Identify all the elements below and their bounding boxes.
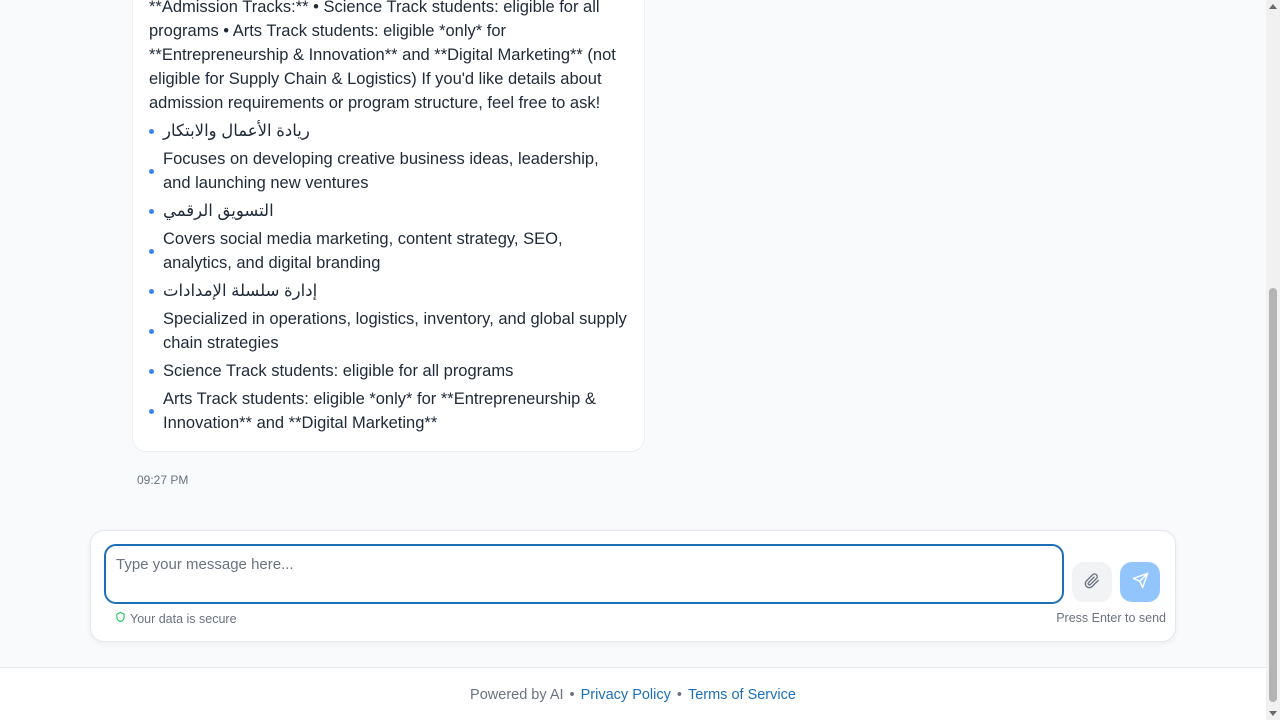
bullet-dot-icon — [149, 209, 154, 214]
bullet-text: Science Track students: eligible for all… — [163, 362, 514, 380]
scrollbar[interactable] — [1266, 0, 1280, 720]
bullet-text: Arts Track students: eligible *only* for… — [163, 390, 596, 432]
scroll-thumb[interactable] — [1269, 288, 1277, 702]
send-button[interactable] — [1120, 562, 1160, 602]
chat-messages[interactable]: **Admission Tracks:** • Science Track st… — [0, 0, 1266, 515]
scroll-up-arrow-icon[interactable] — [1269, 4, 1277, 9]
footer: Powered by AI • Privacy Policy • Terms o… — [0, 667, 1266, 720]
bullet-dot-icon — [149, 289, 154, 294]
privacy-policy-link[interactable]: Privacy Policy — [581, 687, 671, 703]
scroll-down-arrow-icon[interactable] — [1269, 711, 1277, 716]
bullet-text: ريادة الأعمال والابتكار — [163, 122, 310, 140]
bullet-dot-icon — [149, 169, 154, 174]
bullet-text: Covers social media marketing, content s… — [163, 230, 563, 272]
list-item: Science Track students: eligible for all… — [149, 359, 628, 383]
assistant-message-bubble: **Admission Tracks:** • Science Track st… — [132, 0, 645, 452]
security-note: Your data is secure — [115, 611, 237, 626]
footer-separator: • — [569, 686, 575, 703]
list-item: إدارة سلسلة الإمدادات — [149, 279, 628, 303]
message-timestamp: 09:27 PM — [137, 473, 189, 487]
bullet-text: إدارة سلسلة الإمدادات — [163, 282, 318, 300]
footer-separator: • — [676, 686, 682, 703]
message-input[interactable] — [104, 544, 1064, 604]
terms-of-service-link[interactable]: Terms of Service — [688, 687, 796, 703]
bullet-dot-icon — [149, 409, 154, 414]
message-bullet-list: ريادة الأعمال والابتكار Focuses on devel… — [149, 119, 628, 435]
send-icon — [1132, 572, 1149, 592]
security-text: Your data is secure — [130, 611, 237, 626]
shield-icon — [115, 611, 126, 626]
chat-page: **Admission Tracks:** • Science Track st… — [0, 0, 1280, 720]
bullet-dot-icon — [149, 129, 154, 134]
paperclip-icon — [1084, 572, 1100, 592]
list-item: Covers social media marketing, content s… — [149, 227, 628, 275]
list-item: Arts Track students: eligible *only* for… — [149, 387, 628, 435]
bullet-text: Focuses on developing creative business … — [163, 150, 599, 192]
powered-by-text: Powered by AI — [470, 686, 564, 703]
message-text: **Admission Tracks:** • Science Track st… — [149, 0, 616, 112]
list-item: Specialized in operations, logistics, in… — [149, 307, 628, 355]
attach-button[interactable] — [1072, 562, 1112, 602]
bullet-dot-icon — [149, 329, 154, 334]
send-hint: Press Enter to send — [1056, 611, 1166, 625]
bullet-dot-icon — [149, 249, 154, 254]
message-composer: Your data is secure Press Enter to send — [90, 530, 1176, 642]
bullet-dot-icon — [149, 369, 154, 374]
list-item: Focuses on developing creative business … — [149, 147, 628, 195]
bullet-text: Specialized in operations, logistics, in… — [163, 310, 627, 352]
list-item: ريادة الأعمال والابتكار — [149, 119, 628, 143]
bullet-text: التسويق الرقمي — [163, 202, 274, 220]
list-item: التسويق الرقمي — [149, 199, 628, 223]
